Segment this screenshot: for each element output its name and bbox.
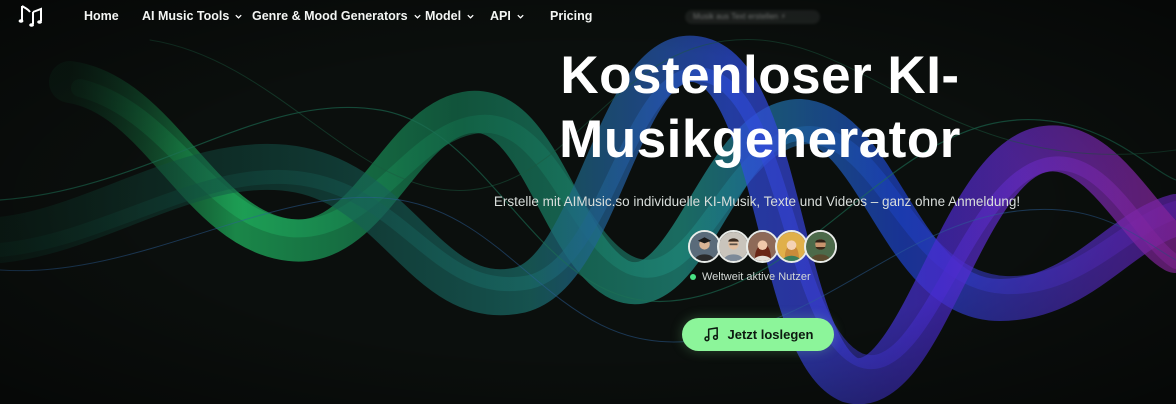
nav-item-model[interactable]: Model	[425, 9, 475, 23]
chevron-down-icon	[413, 14, 421, 19]
chevron-down-icon	[235, 14, 242, 19]
nav-item-label: Home	[84, 9, 119, 23]
get-started-label: Jetzt loslegen	[727, 327, 814, 342]
nav-item-pricing[interactable]: Pricing	[550, 9, 592, 23]
chevron-down-icon	[467, 14, 474, 19]
hero-title-line-1: Kostenloser KI-	[560, 46, 960, 105]
nav-item-ai-music-tools[interactable]: AI Music Tools	[142, 9, 243, 23]
hero-title: Kostenloser KI- Musikgenerator	[480, 44, 1040, 172]
hero-title-line-2: Musikgenerator	[559, 110, 961, 169]
nav-item-label: Genre & Mood Generators	[252, 9, 408, 23]
logo-music-notes-icon[interactable]	[18, 3, 46, 29]
get-started-button[interactable]: Jetzt loslegen	[682, 318, 834, 351]
nav-item-api[interactable]: API	[490, 9, 525, 23]
nav-item-label: Pricing	[550, 9, 593, 23]
music-note-icon	[703, 327, 718, 342]
nav-item-label: API	[490, 9, 511, 23]
chevron-down-icon	[517, 14, 524, 19]
nav-item-home[interactable]: Home	[84, 9, 119, 23]
top-navigation: Home AI Music Tools Genre & Mood Generat…	[0, 0, 1176, 34]
status-dot	[690, 274, 696, 280]
nav-item-label: AI Music Tools	[142, 9, 230, 23]
nav-item-genre-mood-generators[interactable]: Genre & Mood Generators	[252, 9, 422, 23]
user-avatars	[688, 230, 837, 263]
active-users-status: Weltweit aktive Nutzer	[690, 271, 811, 283]
nav-item-label: Model	[425, 9, 462, 23]
hero-subtitle: Erstelle mit AIMusic.so individuelle KI-…	[493, 194, 1021, 209]
avatar	[804, 230, 837, 263]
promo-pill[interactable]: Musik aus Text erstellen ⚡	[685, 10, 820, 24]
active-users-label: Weltweit aktive Nutzer	[702, 271, 811, 283]
